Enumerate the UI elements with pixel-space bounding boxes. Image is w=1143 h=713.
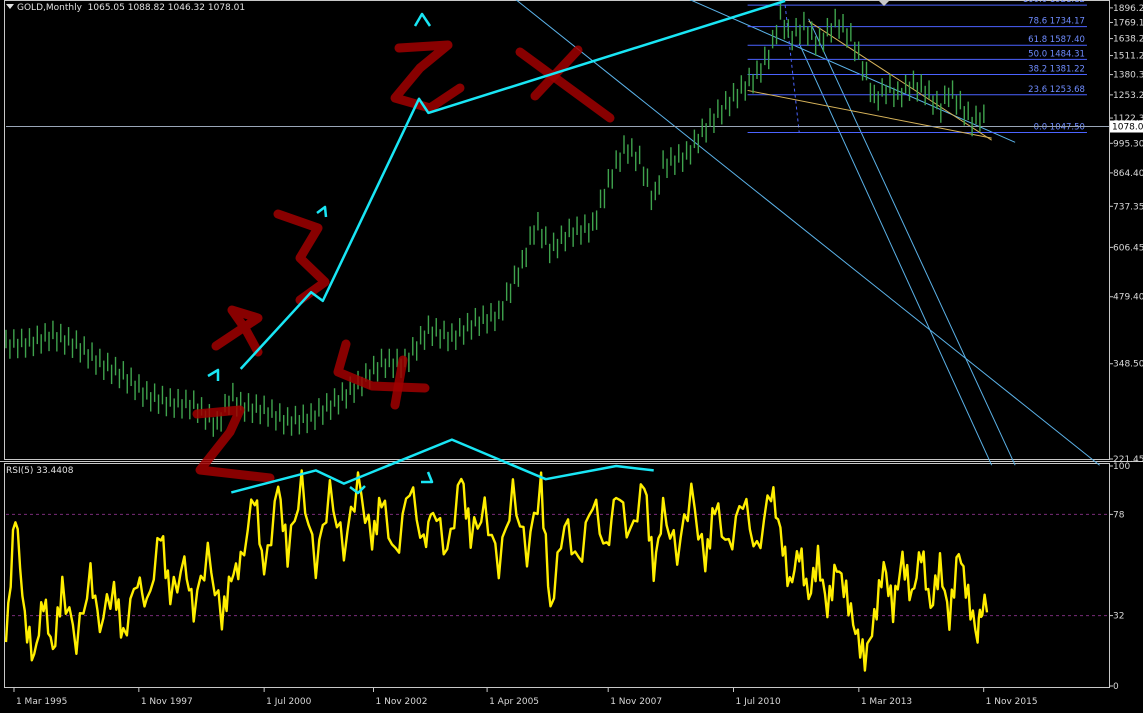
hand-annotations	[192, 40, 615, 483]
price-tick-label: 737.35	[1113, 202, 1143, 212]
price-tick-label: 1638.25	[1113, 35, 1143, 45]
price-tick-label: 864.40	[1113, 169, 1143, 179]
wave-1-mark	[211, 305, 263, 357]
current-price-text: 1078.01	[1112, 123, 1143, 133]
cyan-arrowhead	[421, 471, 434, 484]
fib-level-label: 23.6 1253.68	[1028, 85, 1085, 95]
cyan-arrowhead	[316, 205, 328, 218]
time-tick-label: 1 Nov 2002	[376, 697, 428, 707]
wedge-line	[747, 89, 992, 139]
time-tick-label: 1 Nov 2007	[610, 697, 662, 707]
price-tick-label: 1380.30	[1113, 71, 1143, 81]
price-series	[5, 1, 985, 437]
trendline	[689, 0, 1016, 143]
time-tick-label: 1 Jul 2010	[736, 697, 781, 707]
trendline	[808, 18, 1016, 466]
price-tick-label: 1253.25	[1113, 91, 1143, 101]
fib-level-label: 61.8 1587.40	[1028, 35, 1085, 45]
ohlc-values: 1065.05 1088.82 1046.32 1078.01	[87, 3, 246, 13]
fib-level-label: 100.0 1921.12	[1023, 0, 1085, 5]
wave-3-mark	[273, 209, 330, 305]
price-tick-label: 1769.15	[1113, 18, 1143, 28]
price-tick-label: 606.45	[1113, 243, 1143, 253]
cyan-arrowhead	[207, 368, 220, 381]
rsi-line	[4, 469, 989, 672]
chart-window[interactable]: 1896.20 1769.15 1638.25 1511.20 1380.30 1253.…	[0, 0, 1143, 713]
time-tick-label: 1 Nov 1997	[141, 697, 193, 707]
time-tick-label: 1 Jul 2000	[266, 697, 311, 707]
cyan-arrowhead	[413, 12, 432, 27]
price-tick-label: 1896.20	[1113, 4, 1143, 14]
wave-2-mark	[192, 405, 275, 483]
cyan-rsi-path	[230, 438, 654, 494]
fib-level-label: 0.0 1047.50	[1034, 123, 1085, 133]
rsi-series	[4, 469, 989, 672]
trendline	[798, 43, 993, 466]
fib-level-label: 78.6 1734.17	[1028, 17, 1085, 27]
rsi-pane-frame	[4, 463, 1110, 688]
time-tick-label: 1 Mar 1995	[16, 697, 67, 707]
time-tick-label: 1 Mar 2013	[861, 697, 912, 707]
wave-4-mark	[390, 355, 408, 410]
fib-level-label: 50.0 1484.31	[1028, 49, 1085, 59]
chart-canvas[interactable]: 1896.20 1769.15 1638.25 1511.20 1380.30 1253.…	[0, 0, 1143, 713]
rsi-label: RSI(5) 33.4408	[6, 466, 74, 476]
price-tick-label: 479.40	[1113, 293, 1143, 303]
price-tick-label: 348.50	[1113, 360, 1143, 370]
cyan-arrow-annotations	[207, 0, 786, 495]
fib-trend-line	[784, 5, 800, 133]
fibonacci-retracement[interactable]: 100.0 1921.12 78.6 1734.17 61.8 1587.40 50.…	[747, 0, 1087, 134]
cyan-wave-path	[239, 0, 786, 370]
rsi-tick-label: 100	[1113, 462, 1130, 472]
rsi-header: RSI(5) 33.4408	[6, 466, 73, 476]
time-axis: 1 Mar 1995 1 Nov 1997 1 Jul 2000 1 Nov 2002…	[13, 687, 1038, 707]
current-price-label: 1078.01	[1110, 120, 1143, 133]
time-tick-label: 1 Apr 2005	[489, 697, 539, 707]
symbol-label: GOLD,Monthly	[17, 3, 82, 13]
price-axis: 1896.20 1769.15 1638.25 1511.20 1380.30 1253.…	[1109, 4, 1143, 465]
rsi-tick-label: 0	[1113, 682, 1119, 692]
price-tick-label: 995.30	[1113, 139, 1143, 149]
dropdown-triangle-icon[interactable]	[6, 4, 14, 9]
price-tick-label: 1511.20	[1113, 52, 1143, 62]
chart-header: GOLD,Monthly 1065.05 1088.82 1046.32 107…	[6, 3, 245, 13]
fib-level-label: 38.2 1381.22	[1028, 64, 1085, 74]
wave-5-mark	[390, 40, 465, 113]
rsi-tick-label: 78	[1113, 510, 1125, 520]
time-tick-label: 1 Nov 2015	[986, 697, 1038, 707]
rsi-tick-label: 32	[1113, 612, 1124, 622]
